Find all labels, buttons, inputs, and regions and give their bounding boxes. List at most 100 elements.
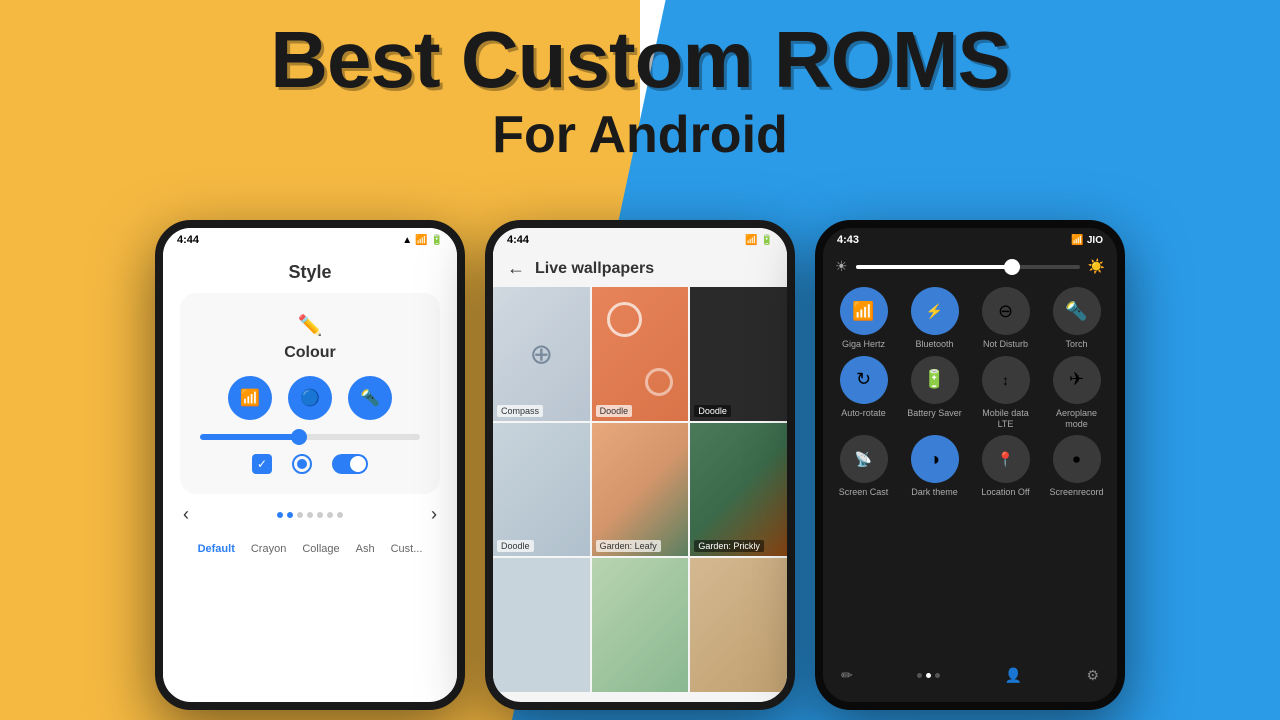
- quick-tile-mobiledata: ↕ Mobile data LTE: [973, 356, 1038, 430]
- battery-button[interactable]: 🔋: [911, 356, 959, 404]
- next-arrow[interactable]: ›: [431, 504, 437, 525]
- quick-tile-location: 📍 Location Off: [973, 435, 1038, 498]
- location-button[interactable]: 📍: [982, 435, 1030, 483]
- nodisturb-label: Not Disturb: [983, 339, 1028, 350]
- style-screen-title: Style: [288, 262, 331, 283]
- radio-inner: [297, 459, 307, 469]
- dot-4: [307, 512, 313, 518]
- wallpaper-doodle3[interactable]: Doodle: [493, 423, 590, 557]
- gigahertz-label: Giga Hertz: [842, 339, 885, 350]
- style-slider[interactable]: [200, 434, 420, 440]
- torch-button[interactable]: 🔦: [1053, 287, 1101, 335]
- dot-2: [287, 512, 293, 518]
- autorotate-button[interactable]: ↻: [840, 356, 888, 404]
- status-icons-mid: 📶 🔋: [745, 235, 773, 246]
- title-sub: For Android: [0, 105, 1280, 165]
- bottom-dot-2: [926, 673, 931, 678]
- brightness-row: ☀ ☀️: [831, 250, 1109, 283]
- compass-shape: ⊕: [530, 337, 553, 370]
- page-dots: [277, 512, 343, 518]
- quick-tile-bluetooth: ⚡ Bluetooth: [902, 287, 967, 350]
- time-mid: 4:44: [507, 234, 529, 246]
- title-section: Best Custom ROMS For Android: [0, 20, 1280, 165]
- wallpaper-doodle2[interactable]: Doodle: [690, 287, 787, 421]
- bottom-dots: [917, 673, 940, 678]
- wallpaper-label-doodle1: Doodle: [596, 405, 633, 417]
- user-icon[interactable]: 👤: [1005, 667, 1022, 684]
- wallpaper-garden1[interactable]: Garden: Leafy: [592, 423, 689, 557]
- brightness-slider[interactable]: [856, 265, 1080, 269]
- dot-6: [327, 512, 333, 518]
- dot-7: [337, 512, 343, 518]
- darktheme-label: Dark theme: [911, 487, 958, 498]
- color-opt-crayon[interactable]: Crayon: [251, 543, 286, 555]
- quick-tile-screenrecord: ⏺ Screenrecord: [1044, 435, 1109, 498]
- flash-icon-circle: 🔦: [348, 376, 392, 420]
- bright-thumb: [1004, 259, 1020, 275]
- wallpaper-extra3[interactable]: [690, 558, 787, 692]
- nodisturb-button[interactable]: ⊖: [982, 287, 1030, 335]
- back-arrow[interactable]: ←: [507, 258, 525, 279]
- bright-fill: [856, 265, 1013, 269]
- screenrecord-label: Screenrecord: [1049, 487, 1103, 498]
- quick-tile-darktheme: ◑ Dark theme: [902, 435, 967, 498]
- phone-mid-content: ← Live wallpapers ⊕ Compass Doodle Doodl…: [493, 250, 787, 692]
- gigahertz-button[interactable]: 📶: [840, 287, 888, 335]
- color-opt-default[interactable]: Default: [198, 543, 235, 555]
- title-main: Best Custom ROMS: [0, 20, 1280, 100]
- phones-container: 4:44 ▲ 📶 🔋 Style ✏️ Colour 📶 🔵 🔦: [0, 220, 1280, 720]
- autorotate-label: Auto-rotate: [841, 408, 886, 419]
- slider-fill: [200, 434, 299, 440]
- color-options: Default Crayon Collage Ash Cust...: [198, 535, 423, 563]
- icon-row: 📶 🔵 🔦: [228, 376, 392, 420]
- toggle-switch[interactable]: [332, 454, 368, 474]
- battery-label: Battery Saver: [907, 408, 962, 419]
- wallpaper-compass[interactable]: ⊕ Compass: [493, 287, 590, 421]
- quick-tile-nodisturb: ⊖ Not Disturb: [973, 287, 1038, 350]
- wallpaper-header: ← Live wallpapers: [493, 250, 787, 287]
- quick-tile-airplane: ✈ Aeroplane mode: [1044, 356, 1109, 430]
- wallpaper-label-garden2: Garden: Prickly: [694, 540, 764, 552]
- quick-tile-gigahertz: 📶 Giga Hertz: [831, 287, 896, 350]
- wallpaper-doodle1[interactable]: Doodle: [592, 287, 689, 421]
- bluetooth-button[interactable]: ⚡: [911, 287, 959, 335]
- color-opt-custom[interactable]: Cust...: [391, 543, 423, 555]
- status-icons-right: 📶 JIO: [1071, 235, 1103, 246]
- bottom-dot-3: [935, 673, 940, 678]
- torch-label: Torch: [1065, 339, 1087, 350]
- cast-button[interactable]: 📡: [840, 435, 888, 483]
- time-left: 4:44: [177, 234, 199, 246]
- status-bar-right: 4:43 📶 JIO: [823, 228, 1117, 250]
- airplane-button[interactable]: ✈: [1053, 356, 1101, 404]
- screenrecord-button[interactable]: ⏺: [1053, 435, 1101, 483]
- phone-right-content: ☀ ☀️ 📶 Giga Hertz ⚡ Bluetooth: [823, 250, 1117, 692]
- phone-right: 4:43 📶 JIO ☀ ☀️ 📶 Giga Hertz: [815, 220, 1125, 710]
- color-opt-collage[interactable]: Collage: [302, 543, 339, 555]
- wallpaper-extra2[interactable]: [592, 558, 689, 692]
- prev-arrow[interactable]: ‹: [183, 504, 189, 525]
- colour-label: Colour: [284, 344, 336, 362]
- color-opt-ash[interactable]: Ash: [356, 543, 375, 555]
- quick-tiles-grid: 📶 Giga Hertz ⚡ Bluetooth ⊖ Not Disturb 🔦…: [831, 283, 1109, 502]
- radio-button[interactable]: [292, 454, 312, 474]
- quick-tile-cast: 📡 Screen Cast: [831, 435, 896, 498]
- settings-icon[interactable]: ⚙: [1086, 667, 1099, 684]
- bluetooth-label: Bluetooth: [915, 339, 953, 350]
- brightness-low-icon: ☀: [835, 258, 848, 275]
- status-bar-mid: 4:44 📶 🔋: [493, 228, 787, 250]
- darktheme-button[interactable]: ◑: [911, 435, 959, 483]
- bottom-dot-1: [917, 673, 922, 678]
- wallpaper-extra1[interactable]: [493, 558, 590, 692]
- carrier-label: JIO: [1087, 235, 1103, 246]
- dot-1: [277, 512, 283, 518]
- checkbox[interactable]: ✓: [252, 454, 272, 474]
- edit-icon[interactable]: ✏: [841, 667, 853, 684]
- mobiledata-button[interactable]: ↕: [982, 356, 1030, 404]
- nav-bottom: ‹ ›: [163, 494, 457, 535]
- phone-left-content: Style ✏️ Colour 📶 🔵 🔦 ✓: [163, 250, 457, 692]
- wallpaper-garden2[interactable]: Garden: Prickly: [690, 423, 787, 557]
- wallpaper-grid: ⊕ Compass Doodle Doodle Doodle Garden: L…: [493, 287, 787, 692]
- status-icons-left: ▲ 📶 🔋: [402, 235, 443, 246]
- time-right: 4:43: [837, 234, 859, 246]
- brightness-high-icon: ☀️: [1088, 258, 1105, 275]
